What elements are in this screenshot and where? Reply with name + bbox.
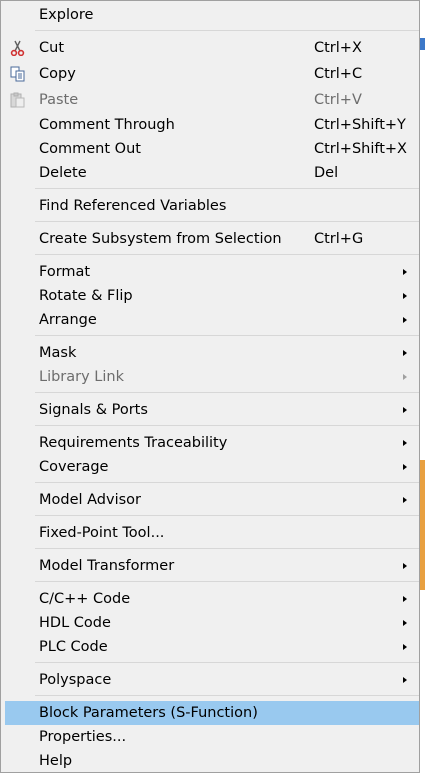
menu-separator <box>35 392 419 393</box>
menu-item-shortcut: Ctrl+V <box>314 92 362 108</box>
menu-item-label: Help <box>39 753 73 769</box>
menu-item-label: Signals & Ports <box>39 402 148 418</box>
menu-item-label: Comment Out <box>39 141 141 157</box>
menu-item-label: Copy <box>39 66 76 82</box>
menu-separator <box>35 188 419 189</box>
menu-separator <box>35 425 419 426</box>
menu-item-label: Cut <box>39 40 64 56</box>
menu-item-plc-code[interactable]: PLC Code <box>5 635 419 659</box>
menu-item-label: Properties... <box>39 729 127 745</box>
menu-item-coverage[interactable]: Coverage <box>5 455 419 479</box>
submenu-arrow-icon <box>403 596 407 602</box>
menu-separator <box>35 548 419 549</box>
menu-item-library-link[interactable]: Library Link <box>5 365 419 389</box>
menu-item-comment-out[interactable]: Comment Out Ctrl+Shift+X <box>5 137 419 161</box>
menu-item-label: Mask <box>39 345 77 361</box>
menu-item-label: Paste <box>39 92 79 108</box>
menu-item-format[interactable]: Format <box>5 260 419 284</box>
submenu-arrow-icon <box>403 464 407 470</box>
menu-item-shortcut: Ctrl+C <box>314 66 363 82</box>
menu-separator <box>35 662 419 663</box>
menu-item-label: Model Advisor <box>39 492 142 508</box>
paste-icon <box>9 92 27 108</box>
menu-item-help[interactable]: Help <box>5 749 419 773</box>
submenu-arrow-icon <box>403 620 407 626</box>
background-fragment <box>420 460 425 590</box>
copy-icon <box>9 66 27 82</box>
menu-item-label: Coverage <box>39 459 109 475</box>
menu-item-cut[interactable]: Cut Ctrl+X <box>5 36 419 60</box>
background-fragment <box>420 38 425 50</box>
menu-item-create-subsystem[interactable]: Create Subsystem from Selection Ctrl+G <box>5 227 419 251</box>
submenu-arrow-icon <box>403 269 407 275</box>
menu-item-copy[interactable]: Copy Ctrl+C <box>5 62 419 86</box>
background-strip <box>420 0 425 775</box>
scissors-icon <box>9 40 27 57</box>
menu-item-properties[interactable]: Properties... <box>5 725 419 749</box>
menu-item-label: Block Parameters (S-Function) <box>39 705 258 721</box>
menu-separator <box>35 30 419 31</box>
menu-item-c-cpp-code[interactable]: C/C++ Code <box>5 587 419 611</box>
menu-item-label: Polyspace <box>39 672 112 688</box>
menu-item-label: Find Referenced Variables <box>39 198 227 214</box>
submenu-arrow-icon <box>403 440 407 446</box>
menu-item-label: Format <box>39 264 91 280</box>
menu-item-label: C/C++ Code <box>39 591 131 607</box>
menu-item-shortcut: Ctrl+Shift+X <box>314 141 407 157</box>
menu-item-delete[interactable]: Delete Del <box>5 161 419 185</box>
menu-item-label: PLC Code <box>39 639 108 655</box>
menu-item-label: Comment Through <box>39 117 175 133</box>
menu-item-label: Rotate & Flip <box>39 288 133 304</box>
menu-item-paste[interactable]: Paste Ctrl+V <box>5 88 419 112</box>
menu-item-polyspace[interactable]: Polyspace <box>5 668 419 692</box>
submenu-arrow-icon <box>403 374 407 380</box>
menu-separator <box>35 581 419 582</box>
menu-item-shortcut: Ctrl+X <box>314 40 362 56</box>
menu-separator <box>35 254 419 255</box>
menu-separator <box>35 221 419 222</box>
menu-item-model-advisor[interactable]: Model Advisor <box>5 488 419 512</box>
menu-item-label: Model Transformer <box>39 558 175 574</box>
submenu-arrow-icon <box>403 563 407 569</box>
menu-item-arrange[interactable]: Arrange <box>5 308 419 332</box>
menu-item-signals-ports[interactable]: Signals & Ports <box>5 398 419 422</box>
menu-item-label: Fixed-Point Tool... <box>39 525 165 541</box>
menu-item-explore[interactable]: Explore <box>5 3 419 27</box>
menu-item-shortcut: Ctrl+G <box>314 231 364 247</box>
menu-item-label: Library Link <box>39 369 125 385</box>
menu-item-shortcut: Del <box>314 165 339 181</box>
submenu-arrow-icon <box>403 350 407 356</box>
menu-item-mask[interactable]: Mask <box>5 341 419 365</box>
menu-item-rotate-flip[interactable]: Rotate & Flip <box>5 284 419 308</box>
menu-item-model-transformer[interactable]: Model Transformer <box>5 554 419 578</box>
submenu-arrow-icon <box>403 407 407 413</box>
submenu-arrow-icon <box>403 497 407 503</box>
submenu-arrow-icon <box>403 644 407 650</box>
menu-item-shortcut: Ctrl+Shift+Y <box>314 117 406 133</box>
menu-separator <box>35 695 419 696</box>
menu-item-label: Arrange <box>39 312 97 328</box>
menu-item-label: Create Subsystem from Selection <box>39 231 282 247</box>
submenu-arrow-icon <box>403 317 407 323</box>
menu-separator <box>35 482 419 483</box>
submenu-arrow-icon <box>403 293 407 299</box>
menu-item-requirements-traceability[interactable]: Requirements Traceability <box>5 431 419 455</box>
context-menu: Explore Cut Ctrl+X Copy Ctrl+C Paste Ctr… <box>0 0 420 773</box>
menu-separator <box>35 515 419 516</box>
menu-item-comment-through[interactable]: Comment Through Ctrl+Shift+Y <box>5 113 419 137</box>
menu-item-block-parameters[interactable]: Block Parameters (S-Function) <box>5 701 419 725</box>
menu-item-fixed-point-tool[interactable]: Fixed-Point Tool... <box>5 521 419 545</box>
menu-item-label: Explore <box>39 7 94 23</box>
menu-item-hdl-code[interactable]: HDL Code <box>5 611 419 635</box>
submenu-arrow-icon <box>403 677 407 683</box>
menu-item-label: Requirements Traceability <box>39 435 228 451</box>
menu-item-label: Delete <box>39 165 87 181</box>
menu-item-find-referenced-variables[interactable]: Find Referenced Variables <box>5 194 419 218</box>
menu-separator <box>35 335 419 336</box>
menu-item-label: HDL Code <box>39 615 111 631</box>
